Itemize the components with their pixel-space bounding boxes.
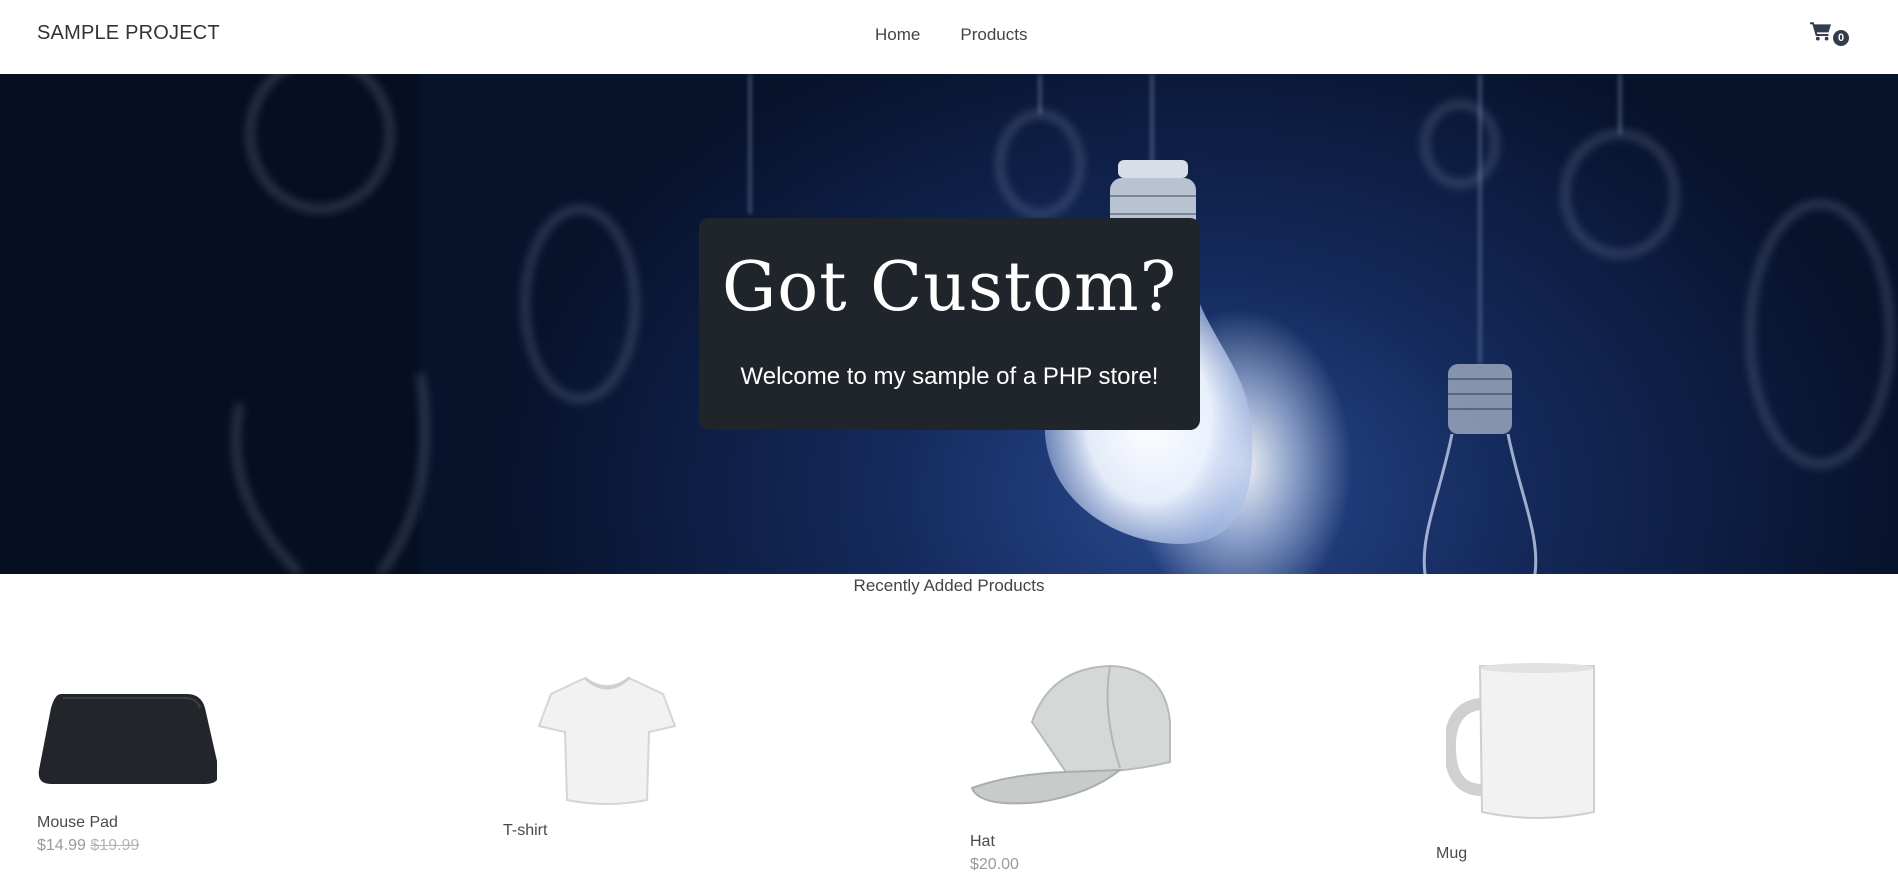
brand-logo-link[interactable]: SAMPLE PROJECT	[37, 22, 220, 45]
hero-banner: Got Custom? Welcome to my sample of a PH…	[0, 74, 1898, 574]
product-original-price: $19.99	[90, 837, 140, 854]
product-name: Hat	[970, 833, 995, 850]
recent-products-heading: Recently Added Products	[853, 576, 1045, 595]
hero-subtitle: Welcome to my sample of a PHP store!	[740, 363, 1159, 390]
mouse-pad-image	[37, 690, 220, 795]
product-card-t-shirt[interactable]: T-shirt	[503, 672, 677, 840]
product-card-mug[interactable]: Mug	[1436, 662, 1606, 863]
product-name: Mug	[1436, 845, 1468, 862]
hero-card: Got Custom? Welcome to my sample of a PH…	[699, 218, 1200, 430]
product-name: Mouse Pad	[37, 814, 118, 831]
nav-home-link[interactable]: Home	[875, 25, 920, 45]
main-nav: Home Products	[875, 25, 1027, 45]
nav-products-link[interactable]: Products	[960, 25, 1027, 45]
product-name: T-shirt	[503, 822, 548, 839]
shopping-cart-icon	[1810, 21, 1832, 46]
mug-image	[1443, 662, 1606, 827]
product-price: $20.00	[970, 856, 1019, 873]
hat-image	[970, 662, 1175, 817]
cart-count-badge: 0	[1833, 29, 1849, 46]
product-card-mouse-pad[interactable]: Mouse Pad $14.99 $19.99	[37, 690, 220, 855]
cart-button[interactable]: 0	[1810, 21, 1849, 46]
hero-title: Got Custom?	[721, 248, 1178, 327]
product-current-price: $14.99	[37, 837, 86, 854]
t-shirt-image	[537, 672, 677, 812]
product-price: $14.99 $19.99	[37, 837, 217, 855]
product-card-hat[interactable]: Hat $20.00	[970, 662, 1175, 874]
site-header: SAMPLE PROJECT Home Products 0	[0, 0, 1898, 74]
